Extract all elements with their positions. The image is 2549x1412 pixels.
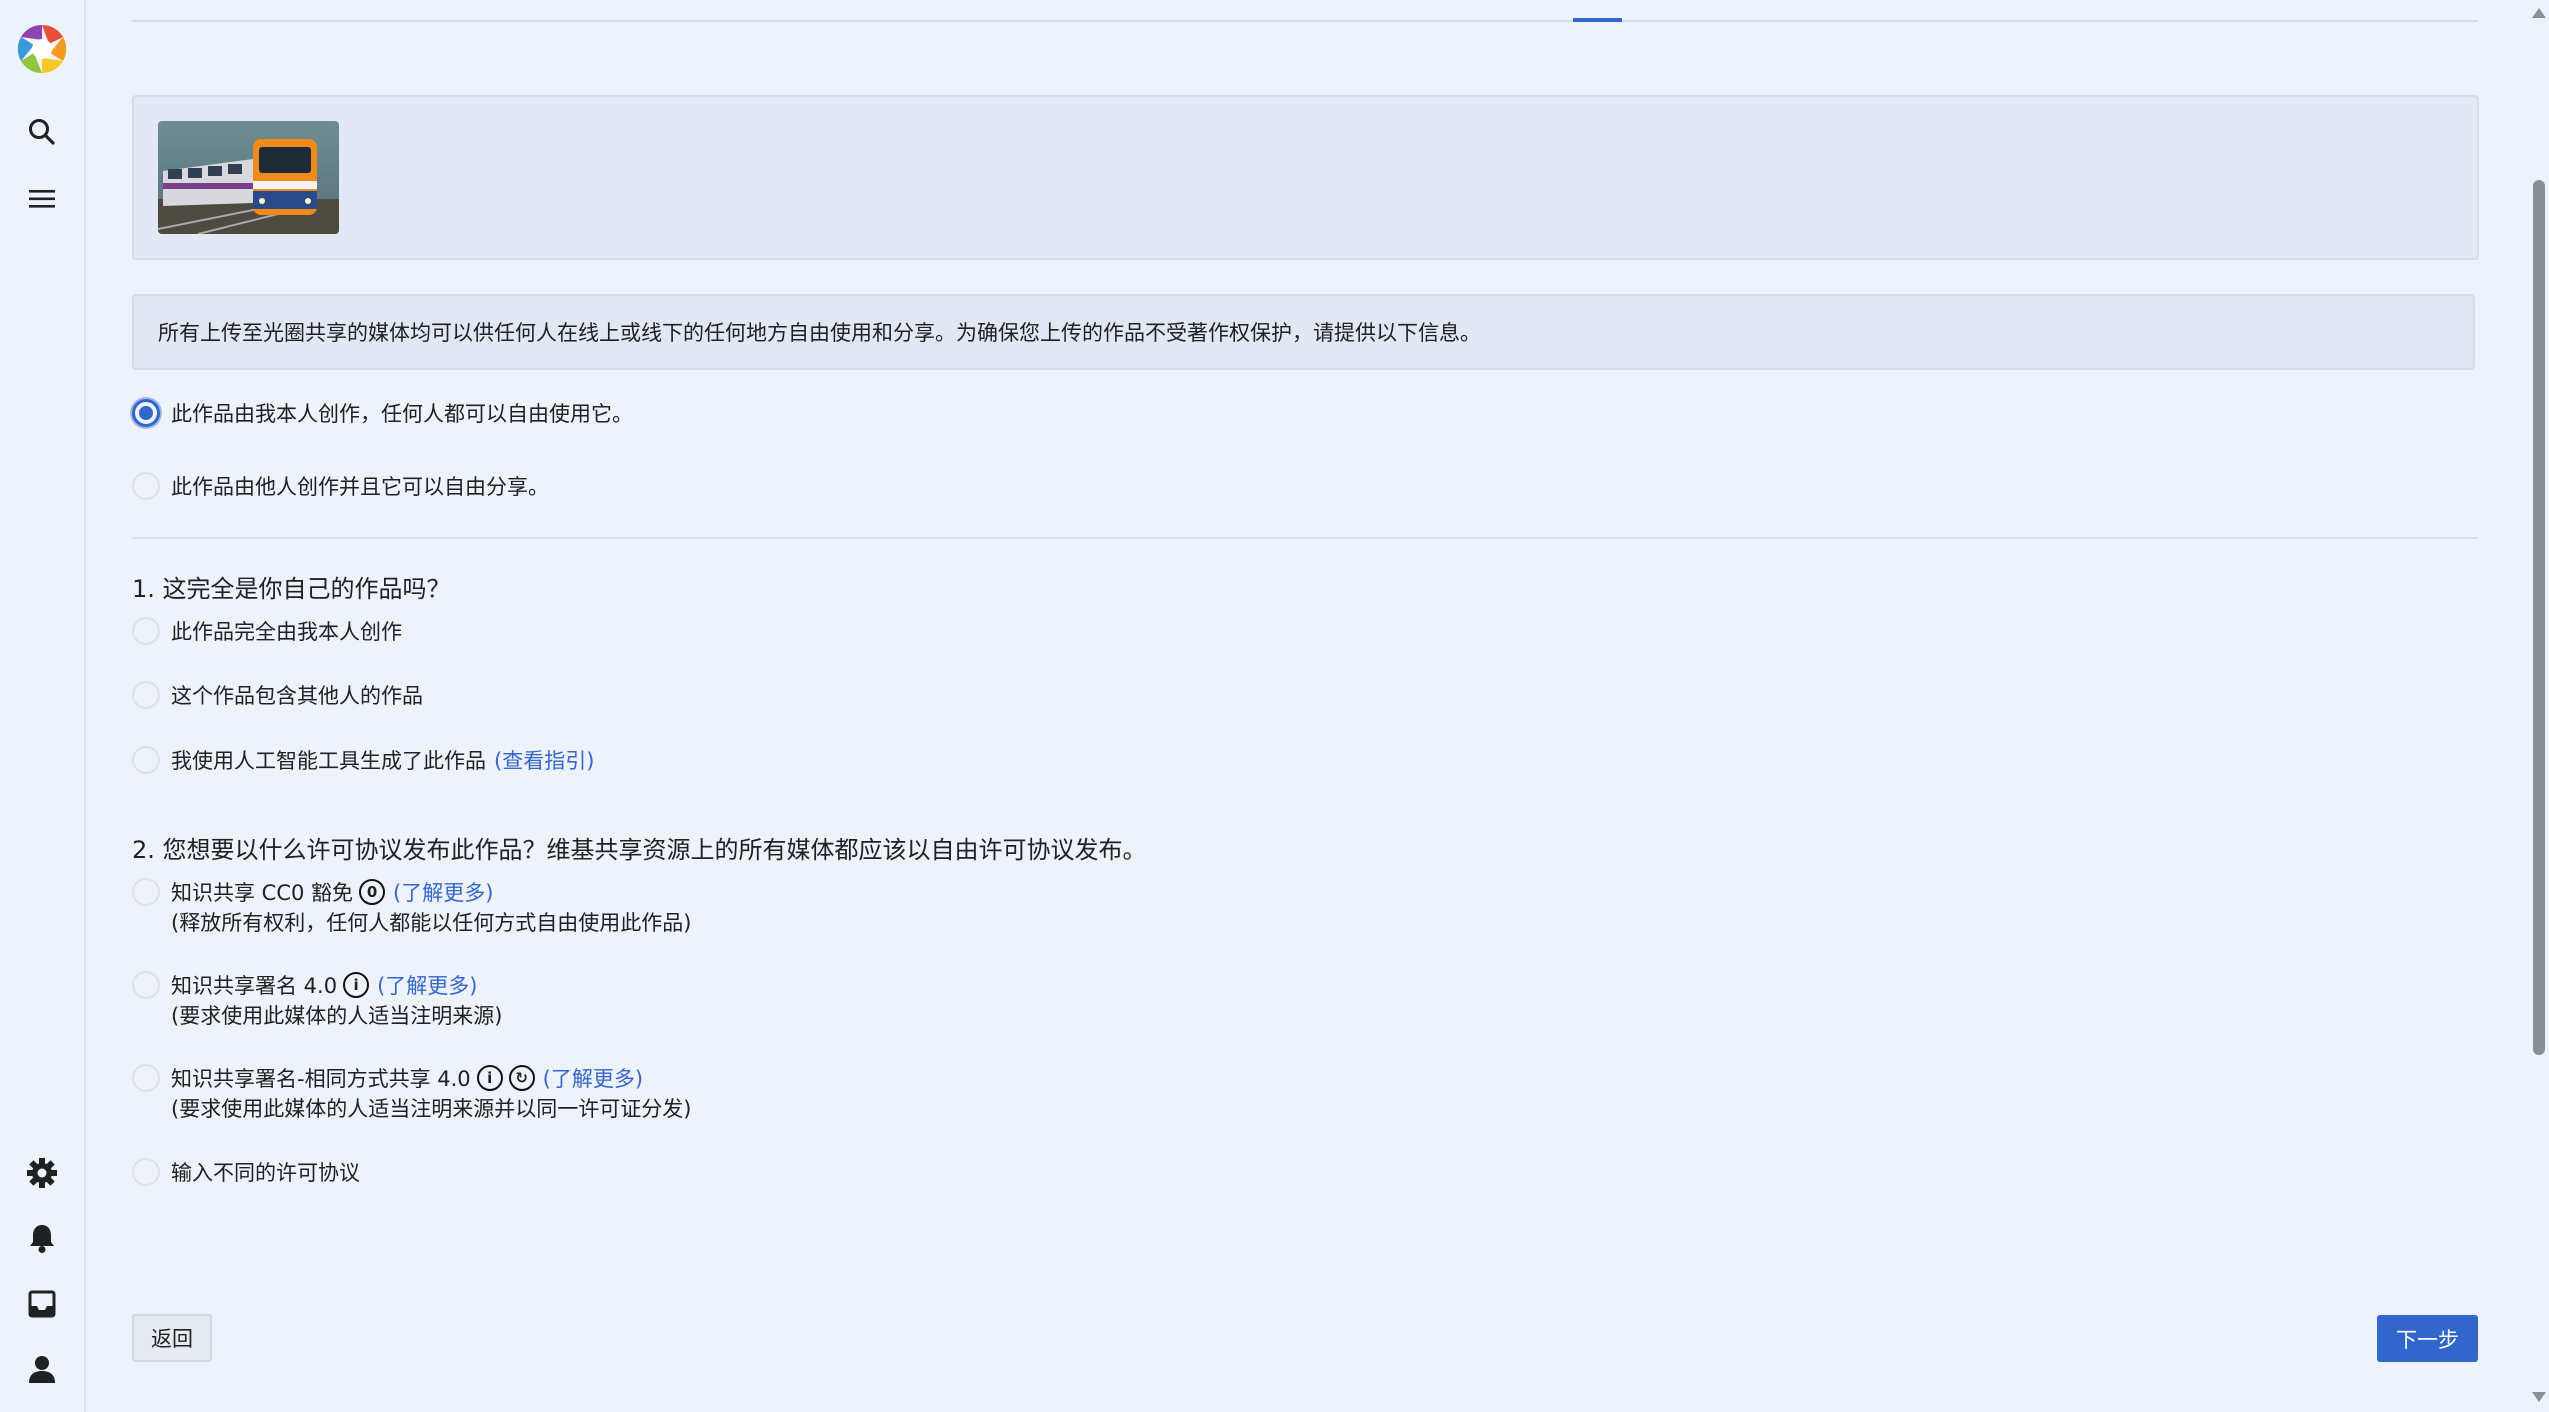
scroll-up-icon[interactable] bbox=[2532, 8, 2546, 18]
q1-option-2[interactable]: 这个作品包含其他人的作品 bbox=[132, 680, 423, 710]
ownership-other-label: 此作品由他人创作并且它可以自由分享。 bbox=[171, 475, 549, 499]
media-preview-panel bbox=[132, 95, 2479, 260]
q1-option-3[interactable]: 我使用人工智能工具生成了此作品 (查看指引) bbox=[132, 745, 594, 775]
license-cc0-desc: (释放所有权利，任何人都能以任何方式自由使用此作品) bbox=[171, 911, 692, 935]
cc-by-sa-learn-more-link[interactable]: (了解更多) bbox=[543, 1063, 643, 1093]
q1-option-1-label: 此作品完全由我本人创作 bbox=[171, 620, 402, 644]
license-other-label: 输入不同的许可协议 bbox=[171, 1161, 360, 1185]
radio-own-selected[interactable] bbox=[132, 399, 160, 427]
question-1-title: 1. 这完全是你自己的作品吗？ bbox=[132, 575, 451, 603]
license-by-sa-desc: (要求使用此媒体的人适当注明来源并以同一许可证分发) bbox=[171, 1097, 692, 1121]
cc-by-learn-more-link[interactable]: (了解更多) bbox=[377, 970, 477, 1000]
scroll-down-icon[interactable] bbox=[2532, 1392, 2546, 1402]
inbox-icon[interactable] bbox=[18, 1280, 66, 1328]
cc-by-icon: i bbox=[476, 1065, 503, 1091]
license-by-sa-option[interactable]: 知识共享署名-相同方式共享 4.0 i ↻ (了解更多) bbox=[132, 1063, 643, 1093]
license-cc0-option[interactable]: 知识共享 CC0 豁免 0 (了解更多) bbox=[132, 877, 493, 907]
section-divider bbox=[132, 537, 2478, 539]
radio-q1-3[interactable] bbox=[132, 746, 160, 774]
radio-cc-by-sa[interactable] bbox=[132, 1064, 160, 1092]
tab-divider bbox=[132, 20, 2478, 22]
radio-other[interactable] bbox=[132, 472, 160, 500]
radio-q1-2[interactable] bbox=[132, 681, 160, 709]
radio-cc-by[interactable] bbox=[132, 971, 160, 999]
cc-by-icon: i bbox=[343, 972, 370, 998]
settings-icon[interactable] bbox=[18, 1149, 66, 1197]
ownership-other-option[interactable]: 此作品由他人创作并且它可以自由分享。 bbox=[132, 471, 549, 501]
question-2-title: 2. 您想要以什么许可协议发布此作品？维基共享资源上的所有媒体都应该以自由许可协… bbox=[132, 836, 1147, 864]
radio-other-license[interactable] bbox=[132, 1158, 160, 1186]
back-button[interactable]: 返回 bbox=[132, 1314, 212, 1362]
cc-sa-icon: ↻ bbox=[508, 1065, 535, 1091]
search-icon[interactable] bbox=[18, 108, 66, 156]
next-button[interactable]: 下一步 bbox=[2377, 1315, 2478, 1362]
active-tab-indicator bbox=[1573, 18, 1622, 22]
radio-cc0[interactable] bbox=[132, 878, 160, 906]
radio-q1-1[interactable] bbox=[132, 617, 160, 645]
view-guidelines-link[interactable]: (查看指引) bbox=[494, 745, 594, 775]
q1-option-2-label: 这个作品包含其他人的作品 bbox=[171, 684, 423, 708]
q1-option-1[interactable]: 此作品完全由我本人创作 bbox=[132, 616, 402, 646]
user-icon[interactable] bbox=[18, 1345, 66, 1393]
train-thumbnail bbox=[158, 121, 339, 234]
license-by-label: 知识共享署名 4.0 bbox=[171, 974, 338, 998]
ownership-own-option[interactable]: 此作品由我本人创作，任何人都可以自由使用它。 bbox=[132, 398, 633, 428]
ownership-own-label: 此作品由我本人创作，任何人都可以自由使用它。 bbox=[171, 402, 633, 426]
license-cc0-label: 知识共享 CC0 豁免 bbox=[171, 881, 354, 905]
cc0-learn-more-link[interactable]: (了解更多) bbox=[393, 877, 493, 907]
license-by-sa-label: 知识共享署名-相同方式共享 4.0 bbox=[171, 1067, 471, 1091]
logo-icon[interactable] bbox=[15, 22, 69, 76]
bell-icon[interactable] bbox=[18, 1214, 66, 1262]
scrollbar-thumb[interactable] bbox=[2533, 180, 2545, 1055]
license-notice: 所有上传至光圈共享的媒体均可以供任何人在线上或线下的任何地方自由使用和分享。为确… bbox=[132, 294, 2475, 370]
cc-zero-icon: 0 bbox=[359, 879, 386, 905]
sidebar bbox=[0, 0, 86, 1412]
q1-option-3-label: 我使用人工智能工具生成了此作品 bbox=[171, 749, 486, 773]
license-other-option[interactable]: 输入不同的许可协议 bbox=[132, 1157, 360, 1187]
license-by-desc: (要求使用此媒体的人适当注明来源) bbox=[171, 1004, 503, 1028]
license-by-option[interactable]: 知识共享署名 4.0 i (了解更多) bbox=[132, 970, 477, 1000]
menu-icon[interactable] bbox=[18, 175, 66, 223]
